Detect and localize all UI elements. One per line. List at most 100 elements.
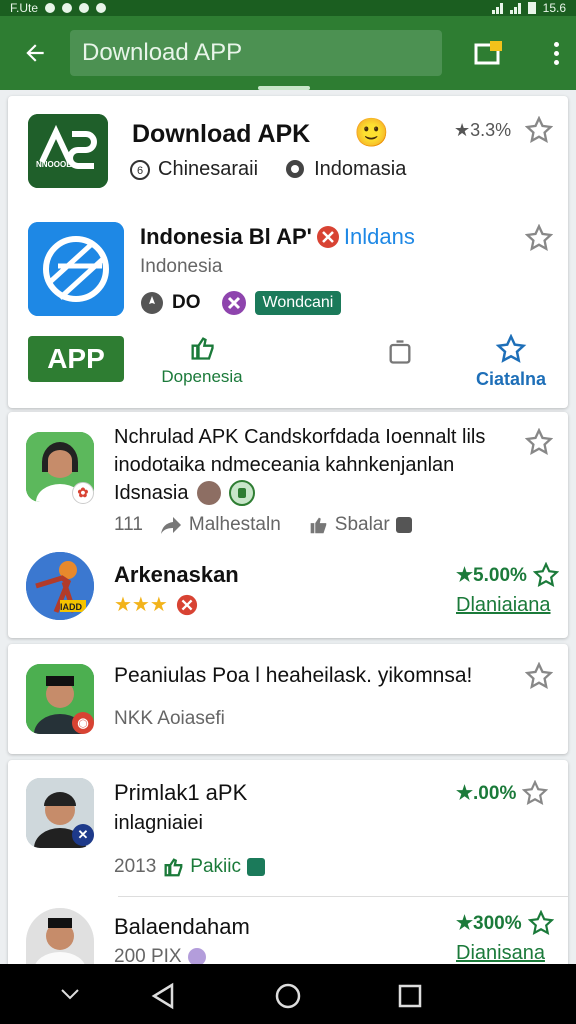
battery-icon [527,2,536,14]
user-face-icon [196,481,221,505]
person-avatar-icon [26,908,94,970]
chevron-down-icon[interactable] [58,986,82,1002]
status-carrier: F.Ute [10,1,39,15]
list-item-4-rating-value: ★.00% [456,782,517,804]
search-text: Download APP [82,39,243,66]
play-badge-icon [228,480,255,506]
list-card: ✿ Nchrulad APK Candskorfdada Ioennalt li… [8,412,568,638]
tab-indicator [258,86,310,90]
action-dopenesia[interactable]: Dopenesia [144,334,260,387]
app-install-button[interactable]: APP [28,336,124,382]
tag-chinesaraii[interactable]: Chinesaraii [158,158,258,181]
featured-tags: 6 Chinesaraii Indomasia [130,158,406,181]
list-item-4-meta: 2013 Pakiic [114,856,265,878]
check-box-icon [395,517,412,533]
star-favorite-icon [495,333,527,363]
list-item-5-rating: ★300% [456,910,554,936]
thumbs-up-icon [310,517,327,534]
avatar[interactable] [26,908,94,970]
notification-icon [45,3,56,13]
list-item-4-title[interactable]: Primlak1 aPK [114,780,247,806]
app2-title[interactable]: Indonesia Bl AP' [140,224,312,250]
search-input[interactable]: Download APP [70,30,442,76]
star-outline-icon[interactable] [525,428,553,456]
back-button[interactable] [0,16,70,90]
list-item-2-link[interactable]: Dlaniaiana [456,594,551,617]
close-circle-icon [176,594,197,615]
action-ciatalna[interactable]: Ciatalna [466,333,556,390]
list-item-2-rating-row: ★★★ [114,592,198,617]
list-item-1-title-line2: inodotaika ndmeceania kahnkenjanlan [114,454,455,476]
rating-stars: ★★★ [114,594,168,616]
list-item-3-title[interactable]: Peaniulas Poa l heaheilask. yikomnsa! [114,664,472,688]
more-dot-icon [553,41,559,47]
featured-title[interactable]: Download APK [132,120,310,149]
app2-publisher[interactable]: Inldans [344,224,415,250]
nav-back-icon[interactable] [150,982,176,1010]
record-badge-icon: ◉ [72,712,94,734]
list-item-2-title[interactable]: Arkenaskan [114,562,239,588]
action-dopenesia-label: Dopenesia [161,367,243,386]
list-card: ◉ Peaniulas Poa l heaheilask. yikomnsa! … [8,644,568,754]
star-outline-green-icon[interactable] [532,562,559,588]
flower-icon [221,291,246,315]
figure-icon-text: IADD [60,602,82,612]
featured-rating: ★3.3% [454,120,512,140]
list-item-3-subtitle: NKK Aoiasefi [114,708,225,729]
list-item-1-like[interactable]: Sbalar [335,514,390,536]
list-item-1-title-line3: Idsnasia [114,481,189,504]
star-outline-green-icon[interactable] [527,910,554,936]
tag-indomasia[interactable]: Indomasia [314,158,406,181]
action-ciatalna-label: Ciatalna [475,369,547,389]
list-item-2-rating: ★5.00% [456,562,559,588]
list-item-1-meta: 111 Malhestaln Sbalar [114,514,412,536]
apk-logo-icon [28,114,108,188]
app2-subtitle: Indonesia [140,256,223,277]
star-outline-icon[interactable] [525,224,553,252]
list-item-1-count: 111 [114,514,143,535]
arrow-back-icon [26,44,44,62]
indonesia-app-icon[interactable] [28,222,124,316]
thumbs-up-icon [191,337,214,360]
more-dot-icon [553,50,559,56]
flower-badge-icon: ✿ [72,482,94,504]
featured-card: NNOOOE Download APK 🙂 ★3.3% 6 Chinesarai… [8,96,568,408]
list-item-5-link[interactable]: Dianisana [456,942,545,965]
list-item-2-rating-value: ★5.00% [456,564,527,586]
share-box-icon[interactable] [386,338,414,366]
list-item-4-meta-text: 2013 [114,856,157,877]
signal2-icon [509,2,521,14]
list-item-4-tag[interactable]: Pakiic [190,856,241,878]
crossed-badge-icon: ✕ [72,824,94,846]
star-outline-icon[interactable] [522,780,549,806]
list-item-1-share[interactable]: Malhestaln [189,514,281,536]
nav-recents-icon[interactable] [398,984,422,1008]
status-time: 15.6 [542,1,566,15]
system-nav-bar [0,964,576,1024]
app2-chips: DO Wondcani [140,290,342,316]
list-card: ✕ Primlak1 aPK inlagniaiei ★.00% 2013 Pa… [8,760,568,970]
list-item-5-title[interactable]: Balaendaham [114,914,250,940]
list-divider [118,896,568,897]
star-outline-icon[interactable] [525,662,553,690]
cast-button[interactable] [442,16,536,90]
list-item-4-subtitle: inlagniaiei [114,812,203,834]
app2-title-row: Indonesia Bl AP' Inldans [140,224,415,250]
compass-icon [141,292,163,314]
app2-chip-wondcani[interactable]: Wondcani [254,291,342,315]
call-notification-icon [79,3,90,13]
cast-icon [474,41,502,65]
list-item-1-title-line1[interactable]: Nchrulad APK Candskorfdada Ioennalt lils [114,426,485,449]
nav-home-icon[interactable] [274,982,302,1010]
star-outline-icon[interactable] [525,116,553,144]
wave-badge-icon [246,858,265,876]
more-dot-icon [553,59,559,65]
download-apk-logo[interactable]: NNOOOE [28,114,108,188]
apk-logo-text: NNOOOE [36,160,72,169]
more-options-button[interactable] [536,16,576,90]
share-arrow-icon [160,517,181,534]
svg-text:6: 6 [137,165,143,177]
list-item-4-rating: ★.00% [456,780,549,806]
list-item-1-title-line3-row: Idsnasia [114,480,255,506]
signal-icon [491,2,503,14]
